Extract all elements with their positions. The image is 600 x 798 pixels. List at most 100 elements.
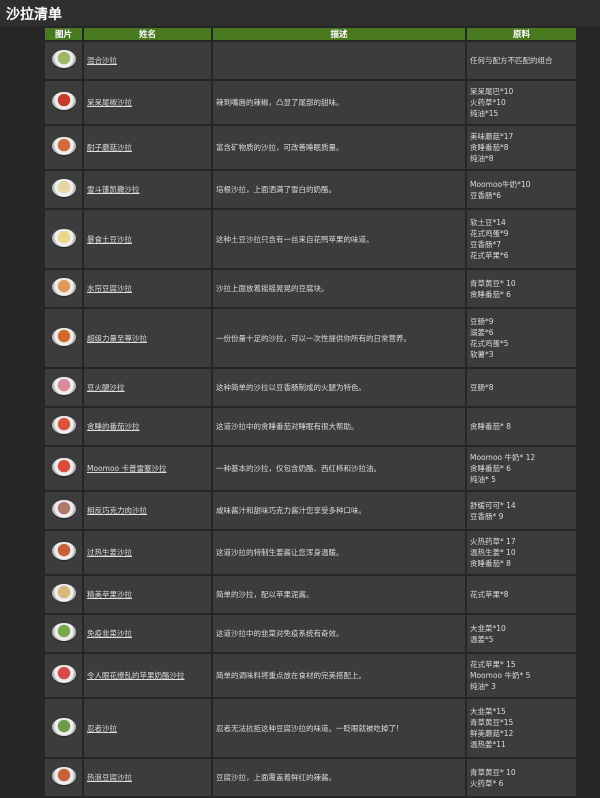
salad-dish-icon[interactable] [51,458,76,476]
salad-ingredients: Moomoo 牛奶* 12 贪睡番茄* 6 纯油* 5 [467,447,576,490]
ingredient-item: 贪睡番茄* 6 [470,289,511,299]
salad-name-link[interactable]: Moomoo 卡普雷塞沙拉 [84,447,211,490]
salad-description: 这道沙拉中的贪睡番茄对睡眠有很大帮助。 [213,408,465,445]
salad-ingredients: 贪睡番茄* 8 [467,408,576,445]
salad-image-cell [45,42,82,79]
table-row: 豆火腿沙拉 这种简单的沙拉以豆香肠制成的火腿为特色。 豆肠*8 [45,369,576,406]
salad-image-cell [45,210,82,268]
salad-dish-icon[interactable] [51,665,76,683]
salad-image-cell [45,270,82,307]
salad-ingredients: 舒缓可可* 14 豆香肠* 9 [467,492,576,529]
salad-name-link[interactable]: 暴食土豆沙拉 [84,210,211,268]
salad-dish-icon[interactable] [51,179,76,197]
salad-name-link[interactable]: 免疫韭菜沙拉 [84,615,211,652]
ingredient-item: 纯油* 3 [470,682,496,691]
ingredient-item: 豆肠*9 [470,317,494,326]
salad-dish-icon[interactable] [51,92,76,110]
salad-image-cell [45,369,82,406]
table-row: 混合沙拉 任何与配方不匹配的组合 [45,42,576,79]
salad-image-cell [45,531,82,574]
table-row: 暴食土豆沙拉 这种土豆沙拉只含有一丝来自花鸭苹果的味道。 软土豆*14 花式鸡蛋*9 豆… [45,210,576,268]
salad-description: 沙拉上面放着摇摇晃晃的豆腐块。 [213,270,465,307]
salad-description: 培根沙拉，上面洒满了雪白的奶酪。 [213,171,465,208]
salad-image-cell [45,492,82,529]
salad-name-link[interactable]: 相反巧克力肉沙拉 [84,492,211,529]
salad-name-link[interactable]: 热浪豆腐沙拉 [84,759,211,796]
salad-name-link[interactable]: 耐子蘑菇沙拉 [84,126,211,169]
salad-dish-icon[interactable] [51,542,76,560]
salad-description: 这道沙拉的特制生姜酱让您浑身温暖。 [213,531,465,574]
ingredient-item: 豆香肠* 9 [470,511,504,521]
ingredient-item: 贪睡番茄*8 [470,143,509,152]
salad-image-cell [45,654,82,697]
ingredient-item: 温热生姜* 10 [470,548,516,557]
salad-name-link[interactable]: 忍者沙拉 [84,699,211,757]
salad-name-link[interactable]: 混合沙拉 [84,42,211,79]
salad-dish-icon[interactable] [51,50,76,68]
salad-ingredients: 任何与配方不匹配的组合 [467,42,576,79]
salad-dish-icon[interactable] [51,623,76,641]
table-row: 免疫韭菜沙拉 这道沙拉中的韭菜对免疫系统有奇效。 大韭菜*10 温姜*5 [45,615,576,652]
salad-ingredients: 大韭菜*15 青草黄豆*15 鲜美蘑菇*12 温热姜*11 [467,699,576,757]
table-row: 令人眼花缭乱的苹果奶酪沙拉 简单的调味料将重点放在食材的完美搭配上。 花式苹果* 1… [45,654,576,697]
salad-dish-icon[interactable] [51,416,76,434]
table-row: 过热生姜沙拉 这道沙拉的特制生姜酱让您浑身温暖。 火热药草* 17 温热生姜* 10 贪… [45,531,576,574]
salad-dish-icon[interactable] [51,228,76,247]
table-row: 耐子蘑菇沙拉 富含矿物质的沙拉，可改善睡眠质量。 美味蘑菇*17 贪睡番茄*8 纯油*8 [45,126,576,169]
table-row: 雪斗篷凯撒沙拉 培根沙拉，上面洒满了雪白的奶酪。 Moomoo牛奶*10 豆香肠*6 [45,171,576,208]
header-name: 姓名 [84,28,211,40]
table-row: 呆呆尾椒沙拉 辣到嘴唇的辣椒，凸显了尾部的甜味。 呆呆尾巴*10 火药草*10 纯油*1… [45,81,576,124]
salad-ingredients: 豆肠*9 溺姜*6 花式鸡蛋*5 软薯*3 [467,309,576,367]
ingredient-item: 豆香肠*7 [470,240,502,249]
salad-description: 简单的调味料将重点放在食材的完美搭配上。 [213,654,465,697]
salad-name-link[interactable]: 精美苹果沙拉 [84,576,211,613]
salad-image-cell [45,309,82,367]
salad-name-link[interactable]: 豆火腿沙拉 [84,369,211,406]
ingredient-item: 青草黄豆* 10 [470,767,516,777]
ingredient-item: 任何与配方不匹配的组合 [470,56,553,65]
salad-table: 图片 姓名 描述 原料 混合沙拉 任何与配方不匹配的组合呆呆尾椒沙拉 辣到嘴唇的辣椒… [43,26,578,798]
salad-dish-icon[interactable] [51,717,76,736]
salad-description: 辣到嘴唇的辣椒，凸显了尾部的甜味。 [213,81,465,124]
salad-ingredients: 青草黄豆* 10 贪睡番茄* 6 [467,270,576,307]
salad-dish-icon[interactable] [51,278,76,296]
salad-image-cell [45,81,82,124]
ingredient-item: 舒缓可可* 14 [470,500,516,510]
salad-ingredients: 美味蘑菇*17 贪睡番茄*8 纯油*8 [467,126,576,169]
ingredient-item: 纯油*8 [470,154,494,163]
salad-dish-icon[interactable] [51,327,76,346]
salad-dish-icon[interactable] [51,377,76,395]
salad-description: 富含矿物质的沙拉，可改善睡眠质量。 [213,126,465,169]
table-row: 超级力量至尊沙拉 一份份量十足的沙拉，可以一次性提供你所有的日常营养。 豆肠*9 溺姜… [45,309,576,367]
salad-name-link[interactable]: 令人眼花缭乱的苹果奶酪沙拉 [84,654,211,697]
table-row: 贪睡的番茄沙拉 这道沙拉中的贪睡番茄对睡眠有很大帮助。 贪睡番茄* 8 [45,408,576,445]
salad-dish-icon[interactable] [51,767,76,785]
salad-image-cell [45,576,82,613]
salad-description: 简单的沙拉，配以苹果泥酱。 [213,576,465,613]
salad-name-link[interactable]: 呆呆尾椒沙拉 [84,81,211,124]
salad-dish-icon[interactable] [51,137,76,155]
ingredient-item: Moomoo 牛奶* 5 [470,671,531,680]
salad-description: 一份份量十足的沙拉，可以一次性提供你所有的日常营养。 [213,309,465,367]
salad-dish-icon[interactable] [51,500,76,518]
salad-name-link[interactable]: 过热生姜沙拉 [84,531,211,574]
ingredient-item: 青草黄豆* 10 [470,278,516,288]
salad-name-link[interactable]: 超级力量至尊沙拉 [84,309,211,367]
ingredient-item: 花式鸡蛋*9 [470,229,509,238]
salad-name-link[interactable]: 贪睡的番茄沙拉 [84,408,211,445]
salad-ingredients: 软土豆*14 花式鸡蛋*9 豆香肠*7 花式苹果*6 [467,210,576,268]
salad-ingredients: 花式苹果*8 [467,576,576,613]
salad-dish-icon[interactable] [51,584,76,602]
ingredient-item: Moomoo 牛奶* 12 [470,453,536,462]
ingredient-item: 鲜美蘑菇*12 [470,729,514,738]
salad-description: 这道沙拉中的韭菜对免疫系统有奇效。 [213,615,465,652]
ingredient-item: Moomoo牛奶*10 [470,179,531,189]
ingredient-item: 豆香肠*6 [470,190,502,200]
salad-description: 这种土豆沙拉只含有一丝来自花鸭苹果的味道。 [213,210,465,268]
salad-name-link[interactable]: 水帘豆腐沙拉 [84,270,211,307]
salad-ingredients: 呆呆尾巴*10 火药草*10 纯油*15 [467,81,576,124]
salad-description: 咸味酱汁和甜味巧克力酱汁您享受多种口味。 [213,492,465,529]
salad-ingredients: 花式苹果* 15 Moomoo 牛奶* 5 纯油* 3 [467,654,576,697]
salad-name-link[interactable]: 雪斗篷凯撒沙拉 [84,171,211,208]
table-header-row: 图片 姓名 描述 原料 [45,28,576,40]
